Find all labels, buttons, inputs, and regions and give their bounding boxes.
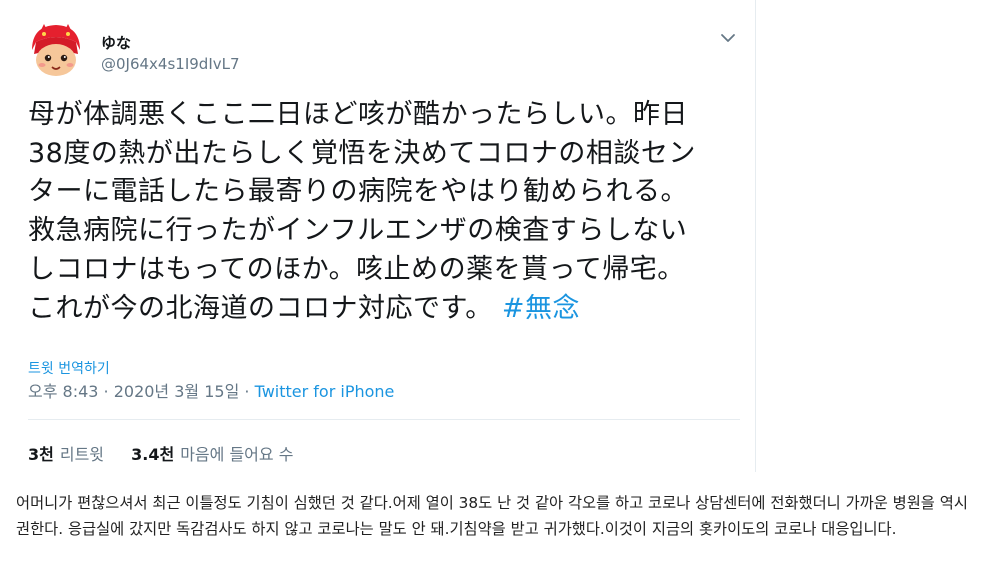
tweet-text-line: 救急病院に行ったがインフルエンザの検査すらしない <box>28 215 688 247</box>
more-options-button[interactable] <box>718 30 738 46</box>
likes-stat[interactable]: 3.4천 마음에 들어요 수 <box>131 445 293 464</box>
tweet-text-line: 母が体調悪くここ二日ほど咳が酷かったらしい。昨日 <box>28 99 688 130</box>
tweet-meta: 오후 8:43 · 2020년 3월 15일 · Twitter for iPh… <box>28 378 394 402</box>
display-name[interactable]: ゆな <box>101 32 131 53</box>
anime-character-avatar-icon <box>26 20 86 80</box>
tweet-text: 母が体調悪くここ二日ほど咳が酷かったらしい。昨日 38度の熱が出たらしく覚悟を決… <box>28 96 728 328</box>
chevron-down-icon <box>721 34 735 42</box>
avatar[interactable] <box>26 20 86 80</box>
tweet-card: ゆな @0J64x4s1I9dIvL7 母が体調悪くここ二日ほど咳が酷かったらし… <box>0 0 756 472</box>
retweets-label: 리트윗 <box>59 445 105 464</box>
translate-tweet-link[interactable]: 트윗 번역하기 <box>28 358 110 378</box>
tweet-text-line-last: これが今の北海道のコロナ対応です。 #無念 <box>28 290 728 329</box>
source-link[interactable]: Twitter for iPhone <box>255 382 395 401</box>
tweet-text-line: これが今の北海道のコロナ対応です。 <box>28 292 493 324</box>
meta-separator: · <box>239 382 255 401</box>
tweet-text-line: ターに電話したら最寄りの病院をやはり勧められる。 <box>28 176 688 208</box>
timestamp[interactable]: 오후 8:43 · 2020년 3월 15일 <box>28 382 239 401</box>
retweets-count: 3천 <box>28 445 54 464</box>
translation-text: 어머니가 편찮으셔서 최근 이틀정도 기침이 심했던 것 같다.어제 열이 38… <box>16 494 968 538</box>
divider <box>28 419 740 420</box>
tweet-text-line: 38度の熱が出たらしく覚悟を決めてコロナの相談セン <box>28 137 696 169</box>
user-handle[interactable]: @0J64x4s1I9dIvL7 <box>101 55 240 73</box>
hashtag-link[interactable]: #無念 <box>502 293 580 324</box>
tweet-text-line: しコロナはもってのほか。咳止めの薬を貰って帰宅。 <box>28 253 685 285</box>
likes-label: 마음에 들어요 수 <box>180 445 294 464</box>
tweet-stats: 3천 리트윗 3.4천 마음에 들어요 수 <box>28 441 315 465</box>
retweets-stat[interactable]: 3천 리트윗 <box>28 445 104 464</box>
likes-count: 3.4천 <box>131 445 175 464</box>
